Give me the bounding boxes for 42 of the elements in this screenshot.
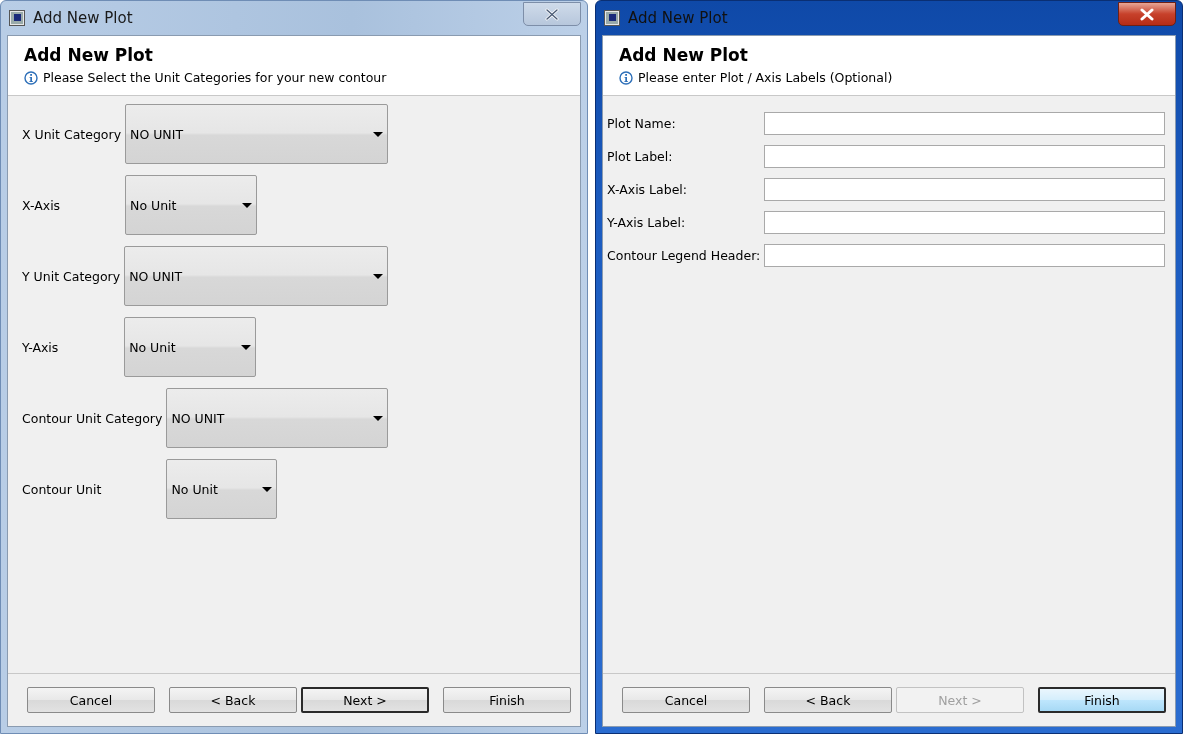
wizard-button[interactable]: Finish	[1038, 687, 1166, 713]
dropdown-arrow-icon	[241, 344, 252, 350]
field-label: Y-Axis	[22, 339, 60, 355]
window-app-icon	[9, 10, 25, 26]
close-button[interactable]	[1118, 2, 1176, 26]
field-label: Plot Name:	[607, 116, 677, 131]
field-label: Y-Axis Label:	[607, 215, 687, 230]
wizard-button[interactable]: Cancel	[622, 687, 750, 713]
wizard-heading: Add New Plot	[24, 45, 154, 65]
wizard-button[interactable]: Finish	[443, 687, 571, 713]
wizard-instruction: Please enter Plot / Axis Labels (Optional)	[638, 70, 893, 85]
input-field[interactable]	[764, 145, 1165, 168]
input-field[interactable]	[764, 211, 1165, 234]
window-app-icon	[604, 10, 620, 26]
input-field[interactable]	[764, 178, 1165, 201]
field-label: Y Unit Category	[22, 268, 121, 284]
input-field[interactable]	[764, 112, 1165, 135]
wizard-button[interactable]: < Back	[169, 687, 297, 713]
dropdown-arrow-icon	[373, 131, 383, 137]
wizard-button[interactable]: < Back	[764, 687, 892, 713]
field-label: Contour Unit	[22, 481, 103, 497]
dropdown-arrow-icon	[262, 486, 273, 492]
field-label: X Unit Category	[22, 126, 122, 142]
field-label: X-Axis	[22, 197, 62, 213]
close-icon	[545, 7, 559, 21]
wizard-button[interactable]: Next >	[301, 687, 429, 713]
dropdown-arrow-icon	[241, 202, 252, 208]
info-icon	[619, 70, 633, 85]
window-title: Add New Plot	[628, 9, 728, 27]
window-title: Add New Plot	[33, 9, 133, 27]
dropdown-arrow-icon	[373, 415, 383, 421]
field-label: X-Axis Label:	[607, 182, 689, 197]
field-label: Contour Legend Header:	[607, 248, 761, 263]
wizard-heading: Add New Plot	[619, 45, 749, 65]
wizard-instruction: Please Select the Unit Categories for your new contour	[43, 70, 387, 85]
close-icon	[1140, 7, 1154, 21]
field-label: Plot Label:	[607, 149, 674, 164]
field-label: Contour Unit Category	[22, 410, 163, 426]
wizard-button[interactable]: Cancel	[27, 687, 155, 713]
info-icon	[24, 70, 38, 85]
input-field[interactable]	[764, 244, 1165, 267]
dropdown-arrow-icon	[373, 273, 383, 279]
